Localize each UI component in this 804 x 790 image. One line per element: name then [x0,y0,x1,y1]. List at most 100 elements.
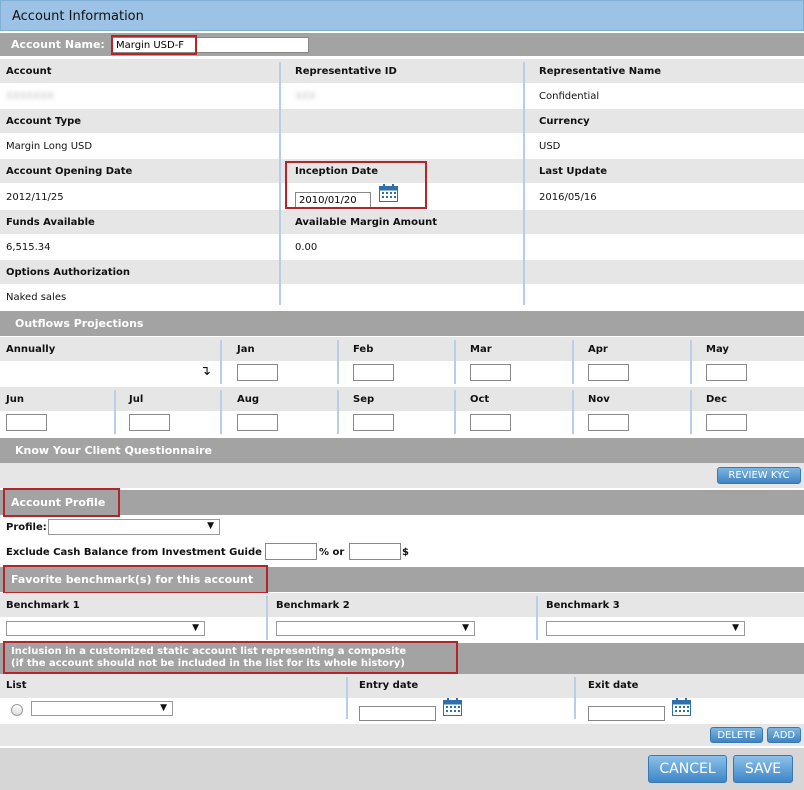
cancel-button[interactable]: CANCEL [648,755,727,783]
column-divider [572,390,574,434]
list-select[interactable]: ▼ [31,701,173,716]
exit-date-label: Exit date [588,680,639,691]
exclude-cash-label: Exclude Cash Balance from Investment Gui… [6,547,262,558]
currency-value: USD [539,141,561,152]
kyc-button-row [0,463,804,488]
dollar-label: $ [402,547,409,558]
recalculate-icon[interactable]: ↴ [200,364,211,379]
column-divider [266,596,268,640]
kyc-title: Know Your Client Questionnaire [15,444,213,457]
benchmark-2-label: Benchmark 2 [276,600,350,611]
info-row-label [0,59,804,83]
outflows-bar: Outflows Projections [0,311,804,336]
save-button[interactable]: SAVE [733,755,793,783]
exclude-percent-input[interactable] [265,543,317,560]
account-value: XXXXXXX [6,91,54,102]
month-jun-label: Jun [6,394,24,405]
column-divider [337,390,339,434]
calendar-icon[interactable] [672,698,691,716]
column-divider [279,62,281,305]
month-apr-input[interactable] [588,364,629,381]
column-divider [454,340,456,384]
column-divider [220,390,222,434]
month-dec-label: Dec [706,394,728,405]
month-may-label: May [706,344,729,355]
funds-available-label: Funds Available [6,217,95,228]
list-radio[interactable] [11,704,23,716]
available-margin-label: Available Margin Amount [295,217,437,228]
month-nov-label: Nov [588,394,610,405]
benchmark-3-label: Benchmark 3 [546,600,620,611]
month-jun-input[interactable] [6,414,47,431]
rep-name-label: Representative Name [539,66,662,77]
column-divider [536,596,538,640]
month-nov-input[interactable] [588,414,629,431]
month-oct-input[interactable] [470,414,511,431]
entry-date-label: Entry date [359,680,419,691]
percent-or-label: % or [319,547,345,558]
account-label: Account [6,66,52,77]
column-divider [574,677,576,719]
month-mar-input[interactable] [470,364,511,381]
column-divider [690,340,692,384]
column-divider [346,677,348,719]
month-may-input[interactable] [706,364,747,381]
benchmark-2-select[interactable]: ▼ [276,621,475,636]
delete-button[interactable]: DELETE [710,727,763,743]
month-feb-label: Feb [353,344,374,355]
month-feb-input[interactable] [353,364,394,381]
rep-id-value: XXX [295,91,316,102]
month-sep-label: Sep [353,394,375,405]
benchmark-1-label: Benchmark 1 [6,600,80,611]
list-label: List [6,680,27,691]
exclude-amount-input[interactable] [349,543,401,560]
account-type-label: Account Type [6,116,82,127]
month-aug-input[interactable] [237,414,278,431]
outflows-row1-labels [0,337,804,361]
exit-date-input[interactable] [588,706,665,721]
highlight-account-name [111,35,197,55]
calendar-icon[interactable] [443,698,462,716]
dropdown-arrow-icon: ▼ [732,623,739,633]
opening-date-value: 2012/11/25 [6,192,64,203]
outflows-title: Outflows Projections [15,317,144,330]
benchmark-3-select[interactable]: ▼ [546,621,745,636]
month-mar-label: Mar [470,344,492,355]
month-jan-input[interactable] [237,364,278,381]
last-update-label: Last Update [539,166,608,177]
benchmark-label-row [0,593,804,617]
info-row-label [0,109,804,133]
options-auth-label: Options Authorization [6,267,131,278]
highlight-inception-date [285,161,427,209]
profile-select[interactable]: ▼ [48,519,220,535]
month-jul-input[interactable] [129,414,170,431]
month-apr-label: Apr [588,344,608,355]
available-margin-value: 0.00 [295,242,318,253]
rep-id-label: Representative ID [295,66,397,77]
account-type-value: Margin Long USD [6,141,93,152]
column-divider [454,390,456,434]
column-divider [220,340,222,384]
entry-date-input[interactable] [359,706,436,721]
options-auth-value: Naked sales [6,292,67,303]
highlight-benchmarks [3,565,268,594]
page-title: Account Information [12,9,144,24]
review-kyc-button[interactable]: REVIEW KYC [717,467,801,484]
add-button[interactable]: ADD [767,727,801,743]
month-sep-input[interactable] [353,414,394,431]
annually-label: Annually [6,344,56,355]
header-bar: Account Information [0,0,804,31]
inclusion-button-row [0,724,804,746]
opening-date-label: Account Opening Date [6,166,133,177]
rep-name-value: Confidential [539,91,600,102]
dropdown-arrow-icon: ▼ [160,703,167,713]
dropdown-arrow-icon: ▼ [192,623,199,633]
column-divider [114,390,116,434]
outflows-row2-labels [0,387,804,411]
month-dec-input[interactable] [706,414,747,431]
column-divider [572,340,574,384]
benchmark-1-select[interactable]: ▼ [6,621,205,636]
kyc-bar: Know Your Client Questionnaire [0,438,804,463]
last-update-value: 2016/05/16 [539,192,597,203]
funds-available-value: 6,515.34 [6,242,51,253]
